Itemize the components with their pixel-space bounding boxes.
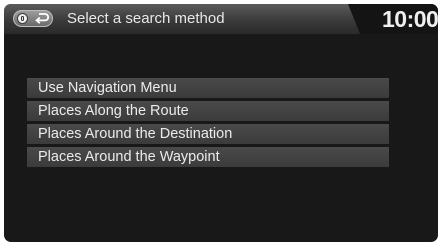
menu-item-places-along-route[interactable]: Places Along the Route <box>27 101 389 121</box>
clock: 10:00 <box>382 6 438 32</box>
back-arrow-icon <box>35 13 50 24</box>
header: Select a search method 10:00 <box>4 4 438 39</box>
menu-item-use-navigation-menu[interactable]: Use Navigation Menu <box>27 78 389 98</box>
page-title: Select a search method <box>67 10 225 27</box>
back-button[interactable] <box>13 10 53 27</box>
navigation-screen: Select a search method 10:00 Use Navigat… <box>4 4 438 242</box>
search-method-list: Use Navigation Menu Places Along the Rou… <box>27 78 389 170</box>
menu-item-places-around-waypoint[interactable]: Places Around the Waypoint <box>27 147 389 167</box>
home-icon <box>17 13 28 24</box>
menu-item-places-around-destination[interactable]: Places Around the Destination <box>27 124 389 144</box>
